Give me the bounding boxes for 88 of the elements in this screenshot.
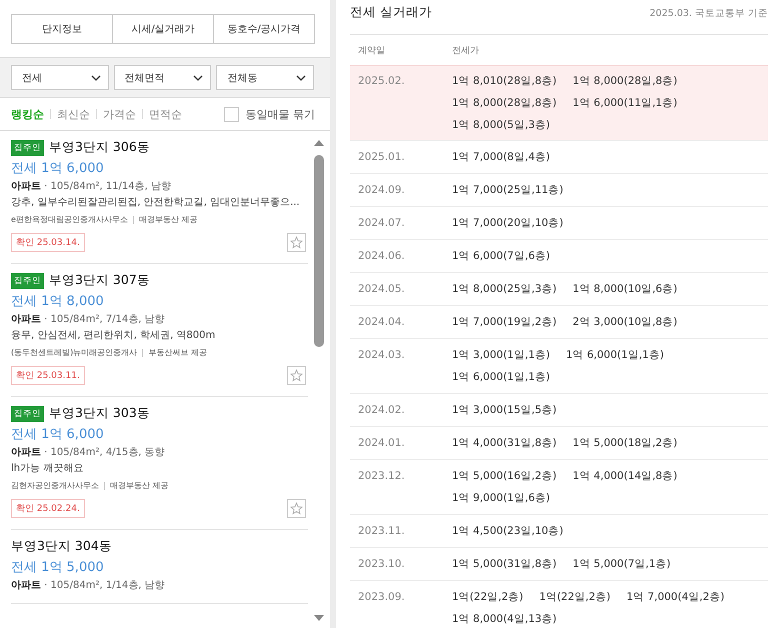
deal-price: 1억 8,010(28일,8층) bbox=[452, 74, 557, 89]
contract-month: 2023.10. bbox=[358, 557, 406, 572]
contract-month: 2023.12. bbox=[358, 469, 406, 484]
deal-price: 2억 3,000(10일,8층) bbox=[572, 315, 678, 330]
listing-title[interactable]: 부영3단지 303동 bbox=[49, 405, 150, 422]
contract-month: 2024.09. bbox=[358, 183, 406, 198]
listing-description: 강추, 일부수리된잘관리된집, 안전한학교길, 임대인분너무좋으... bbox=[11, 196, 301, 209]
deal-price: 1억 5,000(31일,8층) bbox=[452, 557, 557, 572]
deal-price: 1억 4,000(14일,8층) bbox=[572, 469, 678, 484]
favorite-button[interactable] bbox=[287, 499, 306, 518]
chevron-down-icon bbox=[296, 74, 306, 80]
data-provider: 부동산써브 제공 bbox=[148, 347, 207, 358]
owner-badge: 집주인 bbox=[11, 272, 44, 288]
sort-option[interactable]: 가격순 bbox=[103, 106, 136, 122]
confirmed-date-tag: 확인 25.03.14. bbox=[11, 233, 85, 252]
deal-price: 1억 8,000(28일,8층) bbox=[572, 74, 678, 89]
contract-month: 2024.03. bbox=[358, 348, 406, 363]
checkbox[interactable] bbox=[224, 106, 238, 122]
data-provider: 매경부동산 제공 bbox=[110, 480, 169, 491]
sort-option[interactable]: 최신순 bbox=[57, 106, 90, 122]
deal-price: 1억 8,000(25일,3층) bbox=[452, 282, 557, 297]
contract-month: 2024.07. bbox=[358, 216, 406, 231]
deal-price: 1억 7,000(4일,2층) bbox=[626, 590, 724, 605]
listing-description: lh가능 깨끗해요 bbox=[11, 462, 84, 475]
deal-price: 1억 4,500(23일,10층) bbox=[452, 524, 564, 539]
confirmed-date-tag: 확인 25.03.11. bbox=[11, 366, 85, 385]
deal-price: 1억 8,000(10일,6층) bbox=[572, 282, 678, 297]
deal-price: 1억 8,000(4일,13층) bbox=[452, 612, 557, 627]
sort-option[interactable]: 면적순 bbox=[149, 106, 182, 122]
contract-month: 2025.01. bbox=[358, 150, 406, 165]
deal-price: 1억 6,000(1일,1층) bbox=[566, 348, 664, 363]
agency-name: (동두천센트레빌)뉴미래공인중개사 bbox=[11, 347, 138, 358]
contract-month: 2023.09. bbox=[358, 590, 406, 605]
deal-price: 1억 7,000(8일,4층) bbox=[452, 150, 550, 165]
confirmed-date-tag: 확인 25.02.24. bbox=[11, 499, 85, 518]
deal-price: 1억 6,000(1일,1층) bbox=[452, 370, 550, 385]
owner-badge: 집주인 bbox=[11, 140, 44, 156]
deal-price: 1억 5,000(7일,1층) bbox=[572, 557, 671, 572]
deal-price: 1억(22일,2층) bbox=[452, 590, 524, 605]
listing-price: 전세 1억 6,000 bbox=[11, 426, 105, 443]
deal-price: 1억 5,000(16일,2층) bbox=[452, 469, 557, 484]
listing-spec: 아파트 · 105/84m², 1/14층, 남향 bbox=[11, 579, 166, 592]
chevron-down-icon bbox=[193, 74, 204, 80]
listing-price: 전세 1억 5,000 bbox=[11, 559, 105, 576]
contract-month: 2024.01. bbox=[358, 436, 406, 451]
deal-price: 1억 3,000(1일,1층) bbox=[452, 348, 550, 363]
filter-dropdown[interactable]: 전체동 bbox=[216, 65, 314, 90]
checkbox-label: 동일매물 묶기 bbox=[246, 106, 315, 122]
column-header: 전세가 bbox=[452, 44, 479, 56]
deal-price: 1억 8,000(28일,8층) bbox=[452, 96, 557, 111]
deal-price: 1억 9,000(1일,6층) bbox=[452, 491, 550, 506]
favorite-button[interactable] bbox=[287, 233, 306, 252]
deal-price: 1억 7,000(20일,10층) bbox=[452, 216, 564, 231]
deal-price: 1억 4,000(31일,8층) bbox=[452, 436, 557, 451]
deal-price: 1억 3,000(15일,5층) bbox=[452, 403, 557, 418]
agency-name: 김현자공인중개사사무소 bbox=[11, 480, 99, 491]
deal-price: 1억 8,000(5일,3층) bbox=[452, 118, 550, 133]
agency-name: e편한욕정대림공인중개사사무소 bbox=[11, 214, 128, 225]
listing-spec: 아파트 · 105/84m², 4/15층, 동향 bbox=[11, 446, 166, 459]
contract-month: 2023.11. bbox=[358, 524, 406, 539]
column-header: 계약일 bbox=[358, 44, 386, 56]
deal-price: 1억 6,000(11일,1층) bbox=[572, 96, 678, 111]
contract-month: 2024.02. bbox=[358, 403, 406, 418]
contract-month: 2024.04. bbox=[358, 315, 406, 330]
data-provider: 매경부동산 제공 bbox=[138, 214, 198, 225]
data-source-note: 2025.03. 국토교통부 기준 bbox=[650, 7, 768, 20]
listing-price: 전세 1억 6,000 bbox=[11, 160, 105, 177]
chevron-down-icon bbox=[90, 74, 101, 80]
contract-month: 2025.02. bbox=[358, 74, 406, 89]
deal-price: 1억 7,000(19일,2층) bbox=[452, 315, 557, 330]
panel-title: 전세 실거래가 bbox=[350, 4, 432, 21]
deal-price: 1억 6,000(7일,6층) bbox=[452, 249, 550, 264]
listing-title[interactable]: 부영3단지 304동 bbox=[11, 538, 112, 555]
deal-price: 1억 5,000(18일,2층) bbox=[572, 436, 678, 451]
listing-title[interactable]: 부영3단지 307동 bbox=[49, 272, 150, 289]
listing-price: 전세 1억 8,000 bbox=[11, 293, 105, 310]
owner-badge: 집주인 bbox=[11, 406, 44, 422]
deal-price: 1억(22일,2층) bbox=[539, 590, 611, 605]
filter-dropdown[interactable]: 전세 bbox=[11, 65, 109, 90]
listing-title[interactable]: 부영3단지 306동 bbox=[49, 139, 150, 156]
contract-month: 2024.05. bbox=[358, 282, 406, 297]
favorite-button[interactable] bbox=[287, 366, 306, 385]
contract-month: 2024.06. bbox=[358, 249, 406, 264]
listing-spec: 아파트 · 105/84m², 7/14층, 남향 bbox=[11, 313, 166, 326]
filter-dropdown[interactable]: 전체면적 bbox=[114, 65, 212, 90]
deal-price: 1억 7,000(25일,11층) bbox=[452, 183, 564, 198]
listing-description: 융무, 안심전세, 편리한위치, 학세권, 역800m bbox=[11, 329, 216, 342]
listing-spec: 아파트 · 105/84m², 11/14층, 남향 bbox=[11, 180, 172, 193]
